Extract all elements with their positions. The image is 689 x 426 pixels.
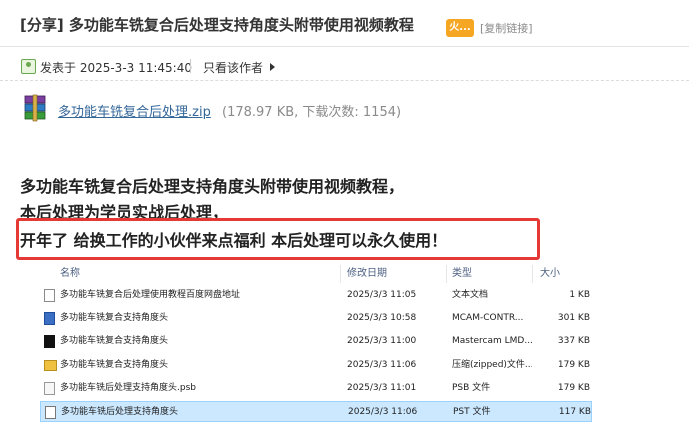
arrow-right-icon[interactable] xyxy=(270,63,275,71)
file-row[interactable]: 多功能车铣后处理支持角度头.psb 2025/3/3 11:01 PSB 文件 179… xyxy=(40,378,592,399)
file-type: 压缩(zipped)文件... xyxy=(452,359,532,370)
file-row[interactable]: 多功能车铣复合支持角度头 2025/3/3 10:58 MCAM-CONTR... 3… xyxy=(40,308,592,329)
psb-file-icon xyxy=(44,381,55,395)
file-size: 1 KB xyxy=(569,290,590,300)
poster-icon xyxy=(21,59,36,74)
author-only-link[interactable]: 只看该作者 xyxy=(203,59,263,76)
file-name: 多功能车铣后处理支持角度头.psb xyxy=(60,382,196,393)
file-explorer-screenshot: 名称 修改日期 类型 大小 多功能车铣复合后处理使用教程百度网盘地址 2025/3… xyxy=(36,262,622,426)
post-meta-bar: 发表于 2025-3-3 11:45:40 只看该作者 xyxy=(0,50,689,81)
file-size: 179 KB xyxy=(557,382,590,393)
column-divider xyxy=(532,265,533,283)
file-row[interactable]: 多功能车铣复合支持角度头 2025/3/3 11:00 Mastercam LMD.… xyxy=(40,331,592,352)
winrar-archive-icon xyxy=(24,94,46,122)
column-header-type[interactable]: 类型 xyxy=(452,264,472,284)
text-file-icon xyxy=(44,289,55,302)
file-size: 337 KB xyxy=(557,336,590,347)
file-name: 多功能车铣复合支持角度头 xyxy=(60,336,169,347)
column-divider xyxy=(340,265,341,283)
highlight-box xyxy=(16,218,540,260)
meta-divider xyxy=(190,59,191,73)
file-type: 文本文档 xyxy=(452,290,489,300)
column-divider xyxy=(446,265,447,283)
file-row[interactable]: 多功能车铣后处理支持角度头 2025/3/3 11:06 PST 文件 117 KB xyxy=(40,401,592,422)
file-type: Mastercam LMD... xyxy=(452,336,532,347)
column-header-modified[interactable]: 修改日期 xyxy=(347,264,387,284)
mastercam-file-icon xyxy=(44,312,55,326)
file-modified: 2025/3/3 11:06 xyxy=(347,359,417,370)
file-row[interactable]: 多功能车铣复合支持角度头 2025/3/3 11:06 压缩(zipped)文件..… xyxy=(40,355,592,376)
black-file-icon xyxy=(44,335,55,349)
copy-link-button[interactable]: [复制链接] xyxy=(480,20,533,36)
file-modified: 2025/3/3 11:00 xyxy=(347,336,417,347)
file-size: 301 KB xyxy=(557,313,590,324)
file-modified: 2025/3/3 10:58 xyxy=(347,313,417,324)
attachment-link[interactable]: 多功能车铣复合后处理.zip xyxy=(58,101,211,120)
column-header-name[interactable]: 名称 xyxy=(60,264,80,284)
file-size: 179 KB xyxy=(557,359,590,370)
post-title: [分享] 多功能车铣复合后处理支持角度头附带使用视频教程 xyxy=(20,16,414,34)
file-type: MCAM-CONTR... xyxy=(452,313,524,324)
file-modified: 2025/3/3 11:06 xyxy=(348,407,418,417)
zip-folder-icon xyxy=(44,359,57,371)
file-type: PST 文件 xyxy=(453,407,491,417)
pst-file-icon xyxy=(45,406,56,419)
file-modified: 2025/3/3 11:05 xyxy=(347,290,417,300)
post-header: [分享] 多功能车铣复合后处理支持角度头附带使用视频教程 火... [复制链接] xyxy=(0,0,689,47)
post-date: 发表于 2025-3-3 11:45:40 xyxy=(40,61,192,75)
hot-badge: 火... xyxy=(446,19,474,37)
file-modified: 2025/3/3 11:01 xyxy=(347,382,417,393)
file-row[interactable]: 多功能车铣复合后处理使用教程百度网盘地址 2025/3/3 11:05 文本文档 1 … xyxy=(40,285,592,306)
column-header-size[interactable]: 大小 xyxy=(540,264,560,284)
post-body-line-1: 多功能车铣复合后处理支持角度头附带使用视频教程， xyxy=(20,177,405,196)
file-size: 117 KB xyxy=(558,407,591,417)
file-type: PSB 文件 xyxy=(452,382,491,393)
file-name: 多功能车铣后处理支持角度头 xyxy=(61,407,179,417)
attachment-info: (178.97 KB, 下载次数: 1154) xyxy=(222,105,402,120)
file-name: 多功能车铣复合支持角度头 xyxy=(60,359,169,370)
file-name: 多功能车铣复合支持角度头 xyxy=(60,313,169,324)
file-name: 多功能车铣复合后处理使用教程百度网盘地址 xyxy=(60,290,241,300)
